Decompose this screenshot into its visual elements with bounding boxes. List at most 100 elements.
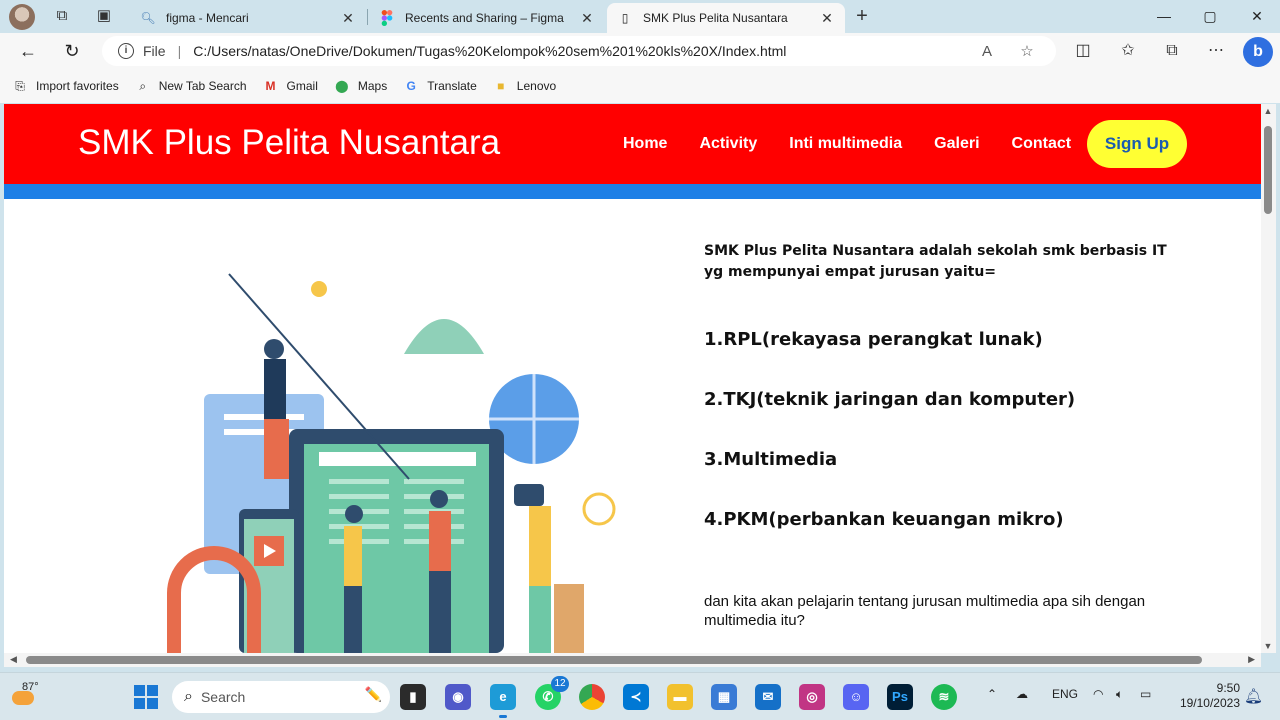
- favorite-label: Maps: [357, 79, 388, 93]
- favorite-translate[interactable]: G Translate: [403, 78, 477, 94]
- notification-bell-icon[interactable]: 🔔︎: [1244, 687, 1263, 705]
- battery-icon[interactable]: ▭: [1140, 687, 1151, 701]
- discord-icon[interactable]: ☺: [843, 684, 869, 710]
- tab-figma-recents[interactable]: Recents and Sharing – Figma ✕: [369, 3, 605, 33]
- import-icon: ⎘: [15, 79, 25, 93]
- close-icon[interactable]: ✕: [340, 10, 356, 27]
- vscode-icon[interactable]: ≺: [623, 684, 649, 710]
- intro-text: SMK Plus Pelita Nusantara adalah sekolah…: [704, 243, 1167, 280]
- favorite-new-tab-search[interactable]: ⌕ New Tab Search: [135, 78, 247, 94]
- weather-icon: [12, 691, 34, 705]
- scroll-up-icon[interactable]: ▲: [1263, 106, 1273, 116]
- folder-icon: ■: [497, 79, 505, 93]
- photoshop-icon[interactable]: Ps: [887, 684, 913, 710]
- chrome-icon[interactable]: [579, 684, 605, 710]
- majors-list: 1.RPL(rekayasa perangkat lunak) 2.TKJ(te…: [704, 329, 1184, 569]
- address-divider: |: [177, 43, 182, 59]
- site-header: SMK Plus Pelita Nusantara Home Activity …: [4, 104, 1261, 184]
- scroll-right-icon[interactable]: ▶: [1248, 654, 1255, 665]
- workspaces-icon[interactable]: ⧉: [51, 6, 73, 26]
- edge-icon[interactable]: e: [490, 684, 516, 718]
- gmail-icon: M: [265, 79, 276, 93]
- refresh-icon[interactable]: ↻: [61, 40, 83, 62]
- spotify-icon[interactable]: ≋: [931, 684, 957, 710]
- nav-contact[interactable]: Contact: [1012, 135, 1072, 153]
- tab-divider: [367, 9, 368, 25]
- tray-overflow-icon[interactable]: ⌃: [987, 687, 997, 701]
- favorite-import[interactable]: ⎘ Import favorites: [12, 78, 119, 94]
- teams-icon[interactable]: ◉: [445, 684, 471, 710]
- onedrive-icon[interactable]: ☁: [1016, 687, 1028, 701]
- scroll-left-icon[interactable]: ◀: [10, 654, 17, 665]
- nav-inti-multimedia[interactable]: Inti multimedia: [789, 135, 902, 153]
- tab-label: figma - Mencari: [166, 11, 249, 25]
- search-icon: ⌕: [184, 688, 193, 705]
- instagram-icon[interactable]: ◎: [799, 684, 825, 710]
- tab-actions-icon[interactable]: ▣: [93, 6, 115, 26]
- favorite-star-icon[interactable]: ☆: [1016, 42, 1038, 60]
- site-title: SMK Plus Pelita Nusantara: [78, 123, 501, 162]
- task-view-icon[interactable]: ▮: [400, 684, 426, 710]
- bing-copilot-icon[interactable]: b: [1243, 37, 1273, 67]
- clock-date: 19/10/2023: [1179, 696, 1240, 710]
- site-nav: Home Activity Inti multimedia Galeri Con…: [623, 135, 1103, 153]
- system-clock[interactable]: 9:50 19/10/2023: [1170, 681, 1240, 711]
- tab-smk-active[interactable]: ▯ SMK Plus Pelita Nusantara ✕: [607, 3, 845, 33]
- vertical-scrollbar[interactable]: ▲ ▼: [1261, 104, 1276, 653]
- taskbar-search[interactable]: ⌕ Search ✏️: [172, 681, 390, 713]
- url-text[interactable]: C:/Users/natas/OneDrive/Dokumen/Tugas%20…: [193, 43, 976, 59]
- figma-icon: [379, 10, 395, 26]
- search-icon: ⌕: [139, 79, 147, 93]
- close-icon[interactable]: ✕: [819, 10, 835, 27]
- favorite-gmail[interactable]: M Gmail: [263, 78, 318, 94]
- weather-widget[interactable]: 87°: [8, 679, 48, 715]
- minimize-icon[interactable]: —: [1150, 6, 1178, 26]
- address-bar[interactable]: i File | C:/Users/natas/OneDrive/Dokumen…: [102, 36, 1056, 66]
- accent-bar: [4, 184, 1261, 199]
- maps-icon: ⬤: [335, 79, 349, 93]
- translate-icon: G: [406, 79, 416, 93]
- maximize-icon[interactable]: ▢: [1196, 6, 1224, 26]
- nav-activity[interactable]: Activity: [699, 135, 757, 153]
- read-aloud-icon[interactable]: A: [976, 43, 998, 60]
- info-icon[interactable]: i: [118, 43, 134, 59]
- store-icon[interactable]: ▦: [711, 684, 737, 710]
- favorite-maps[interactable]: ⬤ Maps: [334, 78, 387, 94]
- clock-time: 9:50: [1216, 681, 1240, 695]
- scheme-label: File: [143, 43, 166, 59]
- scroll-down-icon[interactable]: ▼: [1263, 641, 1273, 651]
- nav-galeri[interactable]: Galeri: [934, 135, 979, 153]
- profile-avatar[interactable]: [9, 4, 35, 30]
- collections-icon[interactable]: ⧉: [1160, 40, 1184, 62]
- mail-icon[interactable]: ✉: [755, 684, 781, 710]
- list-item: 3.Multimedia: [704, 449, 838, 470]
- favorites-icon[interactable]: ✩: [1116, 40, 1140, 62]
- tab-strip: ⧉ ▣ 🔍︎ figma - Mencari ✕ Recents and Sha…: [0, 0, 1280, 33]
- horizontal-scrollbar[interactable]: ◀ ▶: [4, 653, 1261, 667]
- language-indicator[interactable]: ENG: [1052, 687, 1078, 701]
- favorite-label: Lenovo: [516, 79, 557, 93]
- file-explorer-icon[interactable]: ▬: [667, 684, 693, 710]
- whatsapp-icon[interactable]: ✆ 12: [535, 676, 569, 710]
- split-screen-icon[interactable]: ◫: [1071, 40, 1095, 62]
- list-item: 4.PKM(perbankan keuangan mikro): [704, 509, 1064, 530]
- favorite-label: Gmail: [286, 79, 318, 93]
- signup-button[interactable]: Sign Up: [1087, 120, 1187, 168]
- favorites-bar: ⎘ Import favorites ⌕ New Tab Search M Gm…: [0, 69, 1280, 103]
- scroll-thumb[interactable]: [1264, 126, 1272, 214]
- tab-figma-search[interactable]: 🔍︎ figma - Mencari ✕: [130, 3, 366, 33]
- new-tab-icon[interactable]: +: [851, 6, 873, 26]
- scroll-thumb[interactable]: [26, 656, 1202, 664]
- close-icon[interactable]: ✕: [579, 10, 595, 27]
- more-menu-icon[interactable]: ⋯: [1204, 40, 1228, 62]
- favorite-lenovo[interactable]: ■ Lenovo: [493, 78, 556, 94]
- favorite-label: Import favorites: [36, 79, 119, 93]
- nav-home[interactable]: Home: [623, 135, 667, 153]
- favorite-label: New Tab Search: [158, 79, 247, 93]
- back-icon[interactable]: ←: [17, 40, 39, 62]
- wifi-icon[interactable]: ◠: [1093, 687, 1103, 701]
- volume-icon[interactable]: 🔈︎: [1116, 687, 1123, 702]
- multimedia-illustration: [167, 273, 616, 653]
- start-button[interactable]: [134, 685, 158, 709]
- close-window-icon[interactable]: ✕: [1243, 6, 1271, 26]
